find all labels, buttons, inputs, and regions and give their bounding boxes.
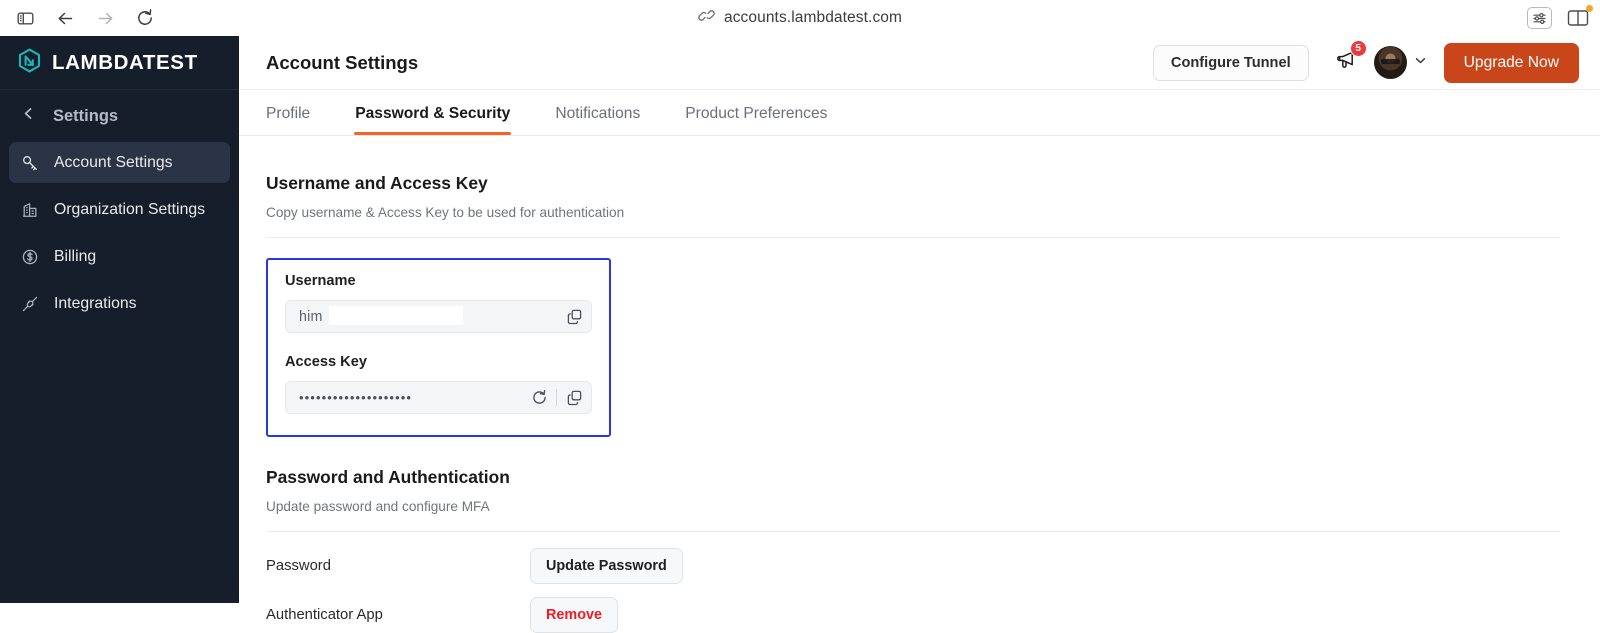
sidebar-item-organization-settings[interactable]: Organization Settings bbox=[9, 189, 230, 230]
avatar bbox=[1373, 46, 1407, 79]
dollar-circle-icon bbox=[20, 247, 39, 266]
page-title: Account Settings bbox=[266, 51, 419, 73]
password-row-label: Password bbox=[266, 558, 331, 574]
brand-logo[interactable]: LAMBDATEST bbox=[0, 36, 239, 90]
credentials-section: Username and Access Key Copy username & … bbox=[239, 136, 1600, 437]
username-label: Username bbox=[285, 273, 356, 289]
lambdatest-logo-icon bbox=[17, 48, 42, 78]
header-actions: Configure Tunnel 5 Upgrade Now bbox=[1152, 39, 1600, 83]
copy-icon[interactable] bbox=[557, 382, 591, 413]
megaphone-icon bbox=[1335, 51, 1360, 77]
sidebar-item-label: Account Settings bbox=[54, 153, 173, 171]
username-field-actions bbox=[557, 301, 591, 332]
configure-tunnel-button[interactable]: Configure Tunnel bbox=[1152, 44, 1309, 81]
sidebar-item-integrations[interactable]: Integrations bbox=[9, 283, 230, 324]
authenticator-app-row-label: Authenticator App bbox=[266, 607, 383, 623]
settings-tabs: Profile Password & Security Notification… bbox=[239, 90, 1600, 136]
remove-authenticator-button[interactable]: Remove bbox=[530, 597, 618, 633]
reload-icon[interactable] bbox=[128, 1, 162, 35]
main-content: Username and Access Key Copy username & … bbox=[239, 136, 1600, 633]
copy-icon[interactable] bbox=[557, 301, 591, 332]
sidebar-item-label: Integrations bbox=[54, 294, 137, 312]
building-icon bbox=[20, 200, 39, 219]
browser-right-controls bbox=[1527, 0, 1593, 36]
browser-nav-buttons bbox=[0, 1, 162, 35]
sidebar: LAMBDATEST Settings Account Settings Org… bbox=[0, 36, 239, 603]
link-icon bbox=[698, 7, 715, 29]
arrow-right-icon[interactable] bbox=[88, 1, 122, 35]
key-icon bbox=[20, 153, 39, 172]
update-dot-icon bbox=[1586, 5, 1593, 12]
credentials-highlight-box: Username him Access Key ••••••••••••••••… bbox=[266, 258, 611, 437]
sidebar-item-label: Organization Settings bbox=[54, 200, 206, 218]
chevron-down-icon bbox=[1414, 54, 1427, 72]
tab-product-preferences[interactable]: Product Preferences bbox=[685, 105, 827, 135]
sidebar-item-account-settings[interactable]: Account Settings bbox=[9, 142, 230, 183]
username-redaction-overlay bbox=[329, 306, 463, 325]
reader-settings-icon[interactable] bbox=[1527, 7, 1552, 29]
app-header: Account Settings Configure Tunnel 5 Upgr… bbox=[239, 36, 1600, 90]
access-key-label: Access Key bbox=[285, 354, 367, 370]
username-field[interactable]: him bbox=[285, 300, 592, 333]
sidebar-item-label: Billing bbox=[54, 247, 97, 265]
access-key-field[interactable]: •••••••••••••••••••• bbox=[285, 381, 592, 414]
split-view-icon[interactable] bbox=[1566, 5, 1593, 28]
access-key-value: •••••••••••••••••••• bbox=[299, 390, 413, 405]
section-title: Username and Access Key bbox=[266, 173, 488, 193]
section-subtitle: Update password and configure MFA bbox=[266, 499, 490, 514]
update-password-button[interactable]: Update Password bbox=[530, 548, 683, 584]
tab-profile[interactable]: Profile bbox=[266, 105, 310, 135]
notifications-button[interactable]: 5 bbox=[1335, 39, 1367, 78]
brand-name: LAMBDATEST bbox=[52, 50, 198, 74]
password-row: Password Update Password bbox=[266, 548, 1600, 584]
refresh-icon[interactable] bbox=[522, 382, 556, 413]
upgrade-now-button[interactable]: Upgrade Now bbox=[1443, 42, 1579, 83]
tab-notifications[interactable]: Notifications bbox=[555, 105, 640, 135]
sidebar-nav: Account Settings Organization Settings B… bbox=[0, 142, 239, 324]
url-text: accounts.lambdatest.com bbox=[723, 9, 903, 26]
user-menu[interactable] bbox=[1373, 46, 1427, 79]
sidebar-back-settings[interactable]: Settings bbox=[0, 90, 239, 142]
arrow-left-icon[interactable] bbox=[48, 1, 82, 35]
section-divider bbox=[266, 531, 1560, 532]
section-divider bbox=[266, 237, 1560, 238]
tab-password-security[interactable]: Password & Security bbox=[354, 105, 512, 135]
section-subtitle: Copy username & Access Key to be used fo… bbox=[266, 205, 625, 220]
sidebar-panel-icon[interactable] bbox=[8, 1, 42, 35]
plug-connector-icon bbox=[20, 294, 39, 313]
chevron-left-icon bbox=[22, 107, 35, 125]
authenticator-app-row: Authenticator App Remove bbox=[266, 597, 1600, 633]
browser-chrome: accounts.lambdatest.com bbox=[0, 0, 1600, 36]
sidebar-item-billing[interactable]: Billing bbox=[9, 236, 230, 277]
address-bar[interactable]: accounts.lambdatest.com bbox=[0, 0, 1600, 36]
notification-count-badge: 5 bbox=[1349, 39, 1367, 57]
username-value: him bbox=[299, 308, 323, 325]
access-key-field-actions bbox=[522, 382, 591, 413]
sidebar-back-label: Settings bbox=[53, 106, 119, 125]
section-title: Password and Authentication bbox=[266, 467, 510, 487]
